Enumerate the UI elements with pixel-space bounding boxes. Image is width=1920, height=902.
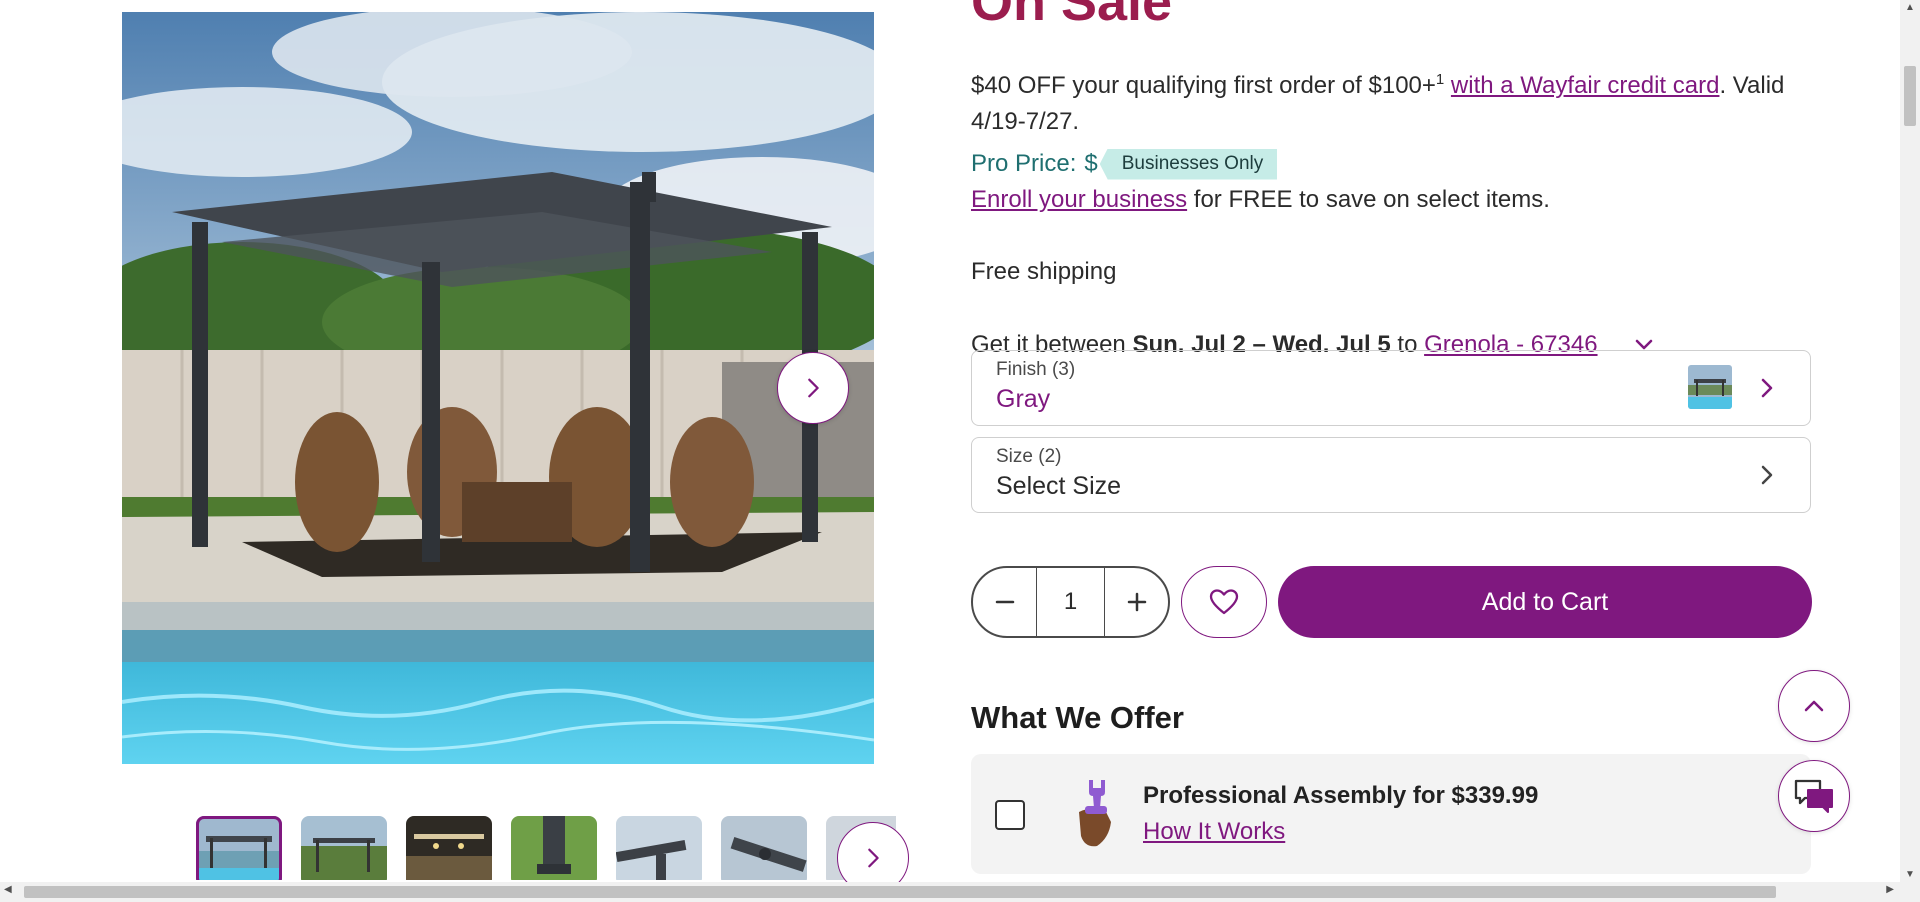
assembly-checkbox[interactable] — [995, 800, 1025, 830]
promo-footnote: 1 — [1435, 71, 1445, 88]
chevron-right-icon — [868, 848, 879, 868]
sale-title: On Sale — [971, 0, 1173, 32]
credit-card-promo: $40 OFF your qualifying first order of $… — [971, 62, 1811, 140]
chat-button[interactable] — [1778, 760, 1850, 832]
assembly-offer-card: Professional Assembly for $339.99 How It… — [971, 754, 1811, 874]
thumbnail-3[interactable] — [406, 816, 492, 880]
pro-price-row: Pro Price: $ Businesses Only — [971, 146, 1278, 182]
credit-card-link[interactable]: with a Wayfair credit card — [1451, 72, 1720, 99]
how-it-works-link[interactable]: How It Works — [1143, 818, 1285, 846]
promo-text: $40 OFF your qualifying first order of $… — [971, 72, 1436, 99]
finish-value: Gray — [996, 385, 1051, 413]
free-shipping-label: Free shipping — [971, 258, 1117, 285]
scroll-down-arrow[interactable]: ▼ — [1905, 869, 1915, 880]
finish-swatch-image — [1688, 365, 1732, 409]
gallery-next-button[interactable] — [777, 352, 849, 424]
quantity-input[interactable] — [1036, 568, 1105, 636]
chevron-right-icon — [808, 378, 819, 398]
vertical-scrollbar[interactable]: ▲ ▼ — [1900, 0, 1920, 882]
heart-icon — [1209, 589, 1239, 615]
vertical-scroll-thumb[interactable] — [1904, 66, 1916, 126]
size-selector[interactable]: Size (2) Select Size — [971, 437, 1811, 513]
chevron-right-icon — [1761, 378, 1773, 398]
businesses-only-badge: Businesses Only — [1099, 148, 1278, 180]
add-to-favorites-button[interactable] — [1181, 566, 1267, 638]
thumbnail-4[interactable] — [511, 816, 597, 880]
thumbnail-6[interactable] — [721, 816, 807, 880]
chevron-up-icon — [1804, 700, 1824, 712]
thumbnail-5[interactable] — [616, 816, 702, 880]
assembly-title: Professional Assembly for $339.99 — [1143, 782, 1539, 809]
add-to-cart-button[interactable]: Add to Cart — [1278, 566, 1812, 638]
pergola-photo — [122, 12, 874, 764]
horizontal-scrollbar[interactable]: ◀ ▶ — [0, 882, 1920, 902]
horizontal-scroll-thumb[interactable] — [24, 886, 1776, 898]
chat-bubbles-icon — [1794, 779, 1833, 813]
scroll-to-top-button[interactable] — [1778, 670, 1850, 742]
size-chevron — [1760, 464, 1774, 491]
enroll-business-link[interactable]: Enroll your business — [971, 186, 1187, 213]
scroll-right-arrow[interactable]: ▶ — [1886, 884, 1894, 895]
increase-quantity-button[interactable] — [1105, 568, 1168, 636]
product-main-image[interactable] — [122, 12, 874, 764]
finish-label: Finish (3) — [996, 359, 1076, 380]
size-value: Select Size — [996, 472, 1122, 500]
quantity-stepper — [971, 566, 1170, 638]
enroll-business-row: Enroll your business for FREE to save on… — [971, 182, 1550, 218]
minus-icon — [995, 600, 1014, 604]
enroll-business-text: for FREE to save on select items. — [1187, 186, 1550, 213]
wrench-hand-icon — [1071, 778, 1117, 855]
size-label: Size (2) — [996, 446, 1062, 467]
thumbnail-1[interactable] — [196, 816, 282, 880]
thumbnail-2[interactable] — [301, 816, 387, 880]
decrease-quantity-button[interactable] — [973, 568, 1036, 636]
pro-price-dollar: $ — [1084, 150, 1098, 177]
plus-icon — [1127, 592, 1146, 612]
what-we-offer-heading: What We Offer — [971, 700, 1184, 735]
pro-price-label: Pro Price: — [971, 150, 1077, 177]
finish-selector[interactable]: Finish (3) Gray — [971, 350, 1811, 426]
scroll-up-arrow[interactable]: ▲ — [1905, 2, 1915, 13]
chevron-right-icon — [1761, 465, 1773, 485]
scroll-left-arrow[interactable]: ◀ — [4, 884, 12, 895]
thumbnail-strip — [196, 816, 896, 880]
finish-chevron — [1760, 377, 1774, 404]
